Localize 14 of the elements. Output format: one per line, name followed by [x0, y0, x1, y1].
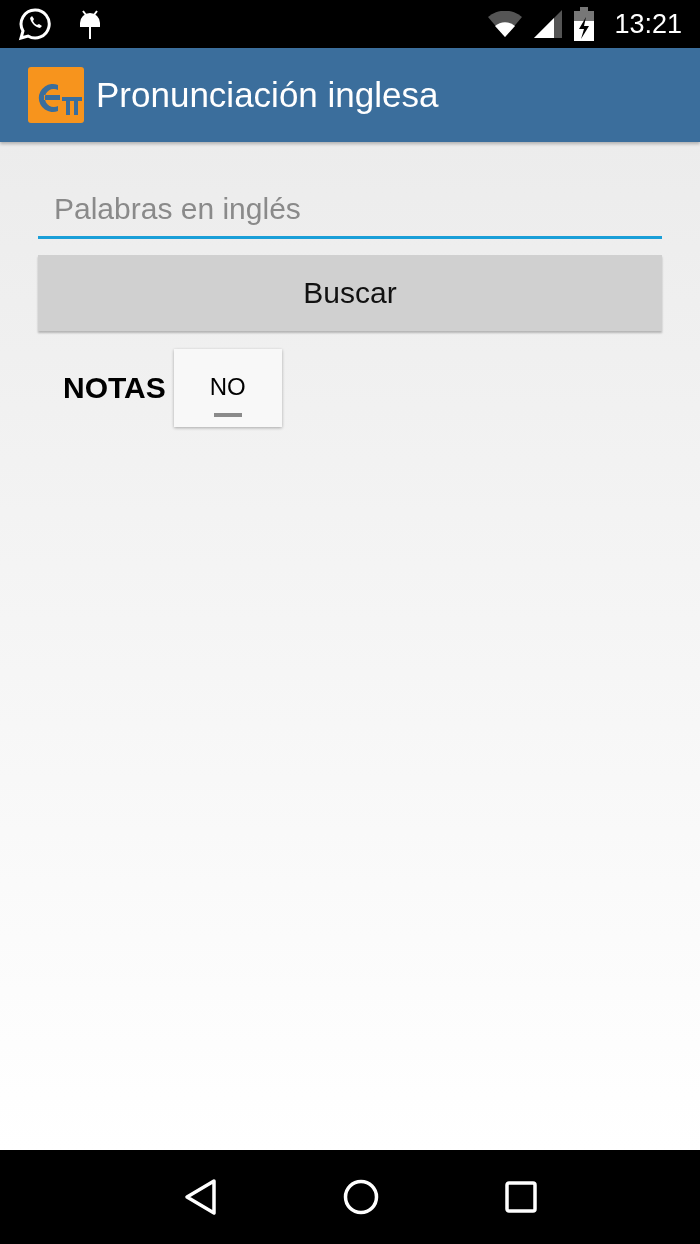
search-field[interactable]: Palabras en inglés [38, 182, 662, 239]
wifi-icon [488, 11, 523, 37]
app-title: Pronunciación inglesa [96, 75, 439, 115]
battery-icon [574, 7, 595, 41]
notes-label: NOTAS [63, 371, 166, 405]
chat-bubble-icon [18, 7, 52, 41]
home-icon[interactable] [343, 1179, 379, 1215]
notes-toggle[interactable]: NO [173, 349, 282, 427]
back-icon[interactable] [183, 1178, 217, 1216]
recents-icon[interactable] [505, 1181, 537, 1213]
search-button[interactable]: Buscar [38, 255, 662, 331]
signal-icon [534, 10, 563, 38]
clock-time: 13:21 [614, 8, 682, 40]
app-logo-icon [28, 67, 84, 123]
